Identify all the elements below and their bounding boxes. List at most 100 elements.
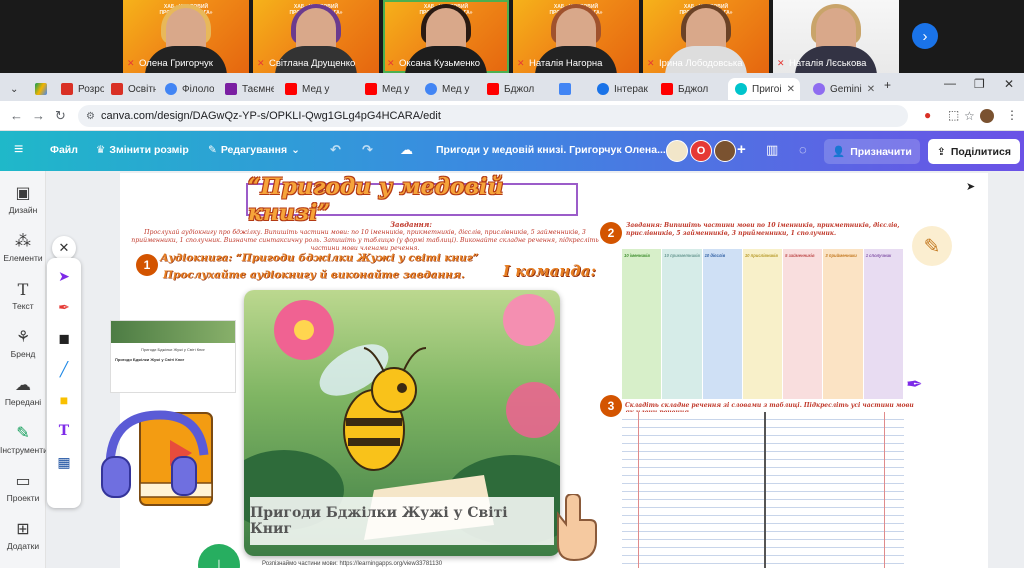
rail-elements[interactable]: ⁂ Елементи [0, 233, 46, 263]
team-label[interactable]: І команда: [503, 262, 596, 280]
close-window-icon[interactable]: ✕ [1004, 77, 1014, 91]
file-menu[interactable]: Файл [50, 144, 78, 156]
profile-avatar[interactable] [980, 109, 994, 123]
extensions-puzzle-icon[interactable]: ⬚ [948, 108, 959, 122]
headphones-book-illustration[interactable] [100, 405, 215, 515]
column-header: 5 займенників [785, 253, 815, 258]
parts-of-speech-table[interactable]: 10 іменників 10 прикметників 10 дієслів … [622, 249, 904, 399]
table-column[interactable]: 5 займенників [783, 249, 824, 399]
tab[interactable]: Філоло [158, 78, 214, 100]
rail-brand[interactable]: ⚘ Бренд [0, 329, 46, 359]
table-icon[interactable]: ▦ [47, 450, 81, 474]
extension-icon[interactable]: ● [924, 108, 931, 122]
mic-off-icon: ✕ [517, 58, 525, 68]
bottom-link-text[interactable]: Розпізнаймо частини мови: https://learni… [262, 561, 442, 567]
close-icon[interactable]: ✕ [867, 84, 880, 95]
reload-icon[interactable]: ↻ [55, 108, 66, 124]
close-icon[interactable]: ✕ [52, 236, 76, 260]
image-caption[interactable]: Пригоди Бджілки Жужі у Світі Книг [250, 497, 554, 545]
rail-tools[interactable]: ✎ Інструменти [0, 425, 48, 455]
comment-icon[interactable]: ◌ [799, 142, 807, 157]
editing-mode-button[interactable]: ✎ Редагування ⌄ [208, 144, 300, 156]
tab[interactable]: Освітн [104, 78, 156, 100]
url-field[interactable]: ⚙ canva.com/design/DAGwQz-YP-s/OPKLI-Qwg… [78, 105, 975, 127]
share-button[interactable]: ⇪ Поділитися [928, 139, 1020, 164]
rail-apps[interactable]: ⊞ Додатки [0, 521, 46, 551]
participant-name: Ірина Лободовська [659, 58, 743, 69]
sticky-note-icon[interactable]: ■ [47, 388, 81, 412]
tab-search-dropdown[interactable]: ⌄ [6, 78, 26, 100]
document-title[interactable]: Пригоди у медовій книзі. Григорчук Олена… [436, 144, 666, 156]
share-label: Поділитися [950, 145, 1011, 158]
tab-google-drive[interactable] [28, 78, 50, 100]
redo-icon[interactable]: ↷ [362, 142, 373, 158]
tab[interactable]: Мед у [278, 78, 330, 100]
tab[interactable]: Gemini ✕ [806, 78, 880, 100]
tab-label: Бджол [504, 83, 535, 95]
tab[interactable] [552, 78, 588, 100]
tab[interactable]: Мед у [358, 78, 414, 100]
site-info-icon[interactable]: ⚙ [86, 111, 95, 122]
bookmark-star-icon[interactable]: ☆ [964, 109, 975, 123]
chevron-right-icon[interactable]: › [912, 23, 938, 49]
table-column[interactable]: 10 дієслів [702, 249, 743, 399]
browser-menu-icon[interactable]: ⋮ [1006, 108, 1018, 122]
tab[interactable]: Бджол [654, 78, 716, 100]
step-1-title[interactable]: Аудіокнига: “Пригоди бджілки Жужі у світ… [160, 252, 479, 264]
marker-icon[interactable]: ◼ [47, 326, 81, 350]
add-collaborator-icon[interactable]: + [737, 141, 746, 158]
collaborator-avatar[interactable] [666, 140, 688, 162]
participant-tile[interactable]: ХАБ «ЦИФРОВИЙ ПРОСТІР ПЕДАГОГА» ✕Світлан… [253, 0, 379, 73]
close-icon[interactable]: ✕ [787, 84, 800, 95]
tab[interactable]: Інтерак [590, 78, 650, 100]
rail-projects[interactable]: ▭ Проекти [0, 473, 46, 503]
step-1-instruction[interactable]: Прослухайте аудіокнигу й виконайте завда… [163, 269, 465, 281]
tab[interactable]: Мед у [418, 78, 474, 100]
cloud-saved-icon[interactable]: ☁ [400, 142, 413, 158]
table-column[interactable]: 10 прикметників [662, 249, 703, 399]
rail-label: Елементи [3, 253, 43, 263]
tab-active[interactable]: Пригоі ✕ [728, 78, 800, 100]
step-2-instruction[interactable]: Завдання: Випишіть частини мови по 10 ім… [626, 222, 916, 238]
video-thumbnail[interactable]: Пригоди Бджілки Жужі у Світі Книг Пригод… [110, 320, 236, 393]
table-column[interactable]: 3 прийменники [823, 249, 864, 399]
collaborator-avatar[interactable] [714, 140, 736, 162]
rail-uploads[interactable]: ☁ Передані [0, 377, 46, 407]
participant-tile[interactable]: ХАБ «ЦИФРОВИЙ ПРОСТІР ПЕДАГОГА» ✕Наталія… [513, 0, 639, 73]
undo-icon[interactable]: ↶ [330, 142, 341, 158]
table-column[interactable]: 10 прислівників [742, 249, 784, 399]
participant-tile-speaking[interactable]: ХАБ «ЦИФРОВИЙ ПРОСТІР ПЕДАГОГА» ✕Оксана … [383, 0, 509, 73]
resize-button[interactable]: ♛ Змінити розмір [96, 144, 189, 156]
table-column[interactable]: 10 іменників [622, 249, 663, 399]
tab[interactable]: Розроб [54, 78, 104, 100]
participant-tile[interactable]: ХАБ «ЦИФРОВИЙ ПРОСТІР ПЕДАГОГА» ✕Ірина Л… [643, 0, 769, 73]
participant-name-bar: ✕ Наталія Лєськова [777, 57, 897, 70]
lined-paper-area[interactable] [622, 412, 904, 568]
tab[interactable]: Таємне [218, 78, 274, 100]
new-tab-button[interactable]: + [884, 78, 891, 92]
assign-button[interactable]: 👤 Призначити [824, 139, 920, 164]
task-heading[interactable]: Завдання: [390, 220, 432, 229]
participant-tile[interactable]: ✕ Наталія Лєськова [773, 0, 899, 73]
menu-icon[interactable]: ≡ [14, 141, 23, 159]
analytics-icon[interactable]: ▥ [766, 142, 778, 158]
task-description[interactable]: Прослухай аудіокнигу про бджілку. Випиші… [130, 229, 600, 253]
page-title[interactable]: “Пригоди у медовій книзі” [246, 174, 578, 226]
pen-icon[interactable]: ✒ [47, 295, 81, 319]
browser-tab-bar: ⌄ Розроб Освітн Філоло Таємне Мед у Мед … [0, 73, 1024, 101]
participant-tile[interactable]: ХАБ «ЦИФРОВИЙ ПРОСТІР ПЕДАГОГА» ✕Олена Г… [123, 0, 249, 73]
back-icon[interactable]: ← [10, 108, 23, 123]
collaborator-avatar-letter[interactable]: О [690, 140, 712, 162]
table-column[interactable]: 1 сполучник [863, 249, 904, 399]
rail-design[interactable]: ▣ Дизайн [0, 185, 46, 215]
tab[interactable]: Бджол [480, 78, 536, 100]
select-arrow-icon[interactable]: ➤ [47, 264, 81, 288]
rail-text[interactable]: T Текст [0, 281, 46, 312]
minimize-icon[interactable]: — [944, 76, 956, 90]
line-icon[interactable]: ╱ [47, 357, 81, 381]
forward-icon[interactable]: → [32, 108, 45, 123]
youtube-icon [661, 83, 673, 95]
maximize-icon[interactable]: ❐ [974, 77, 985, 91]
text-tool-icon[interactable]: T [47, 419, 81, 443]
participant-name: Світлана Друщенко [269, 58, 356, 69]
